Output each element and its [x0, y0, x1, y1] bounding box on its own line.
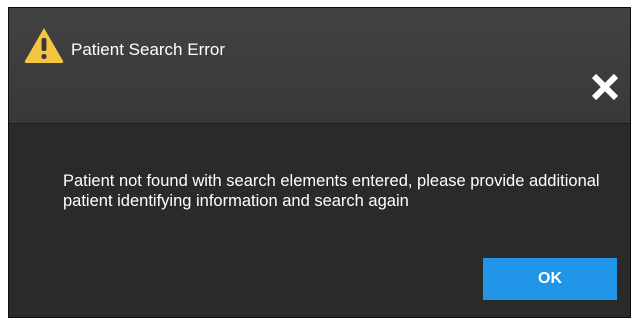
dialog-body: Patient not found with search elements e… [9, 124, 630, 317]
error-message: Patient not found with search elements e… [63, 172, 600, 210]
error-dialog: Patient Search Error Patient not found w… [8, 7, 631, 318]
dialog-titlebar: Patient Search Error [9, 8, 630, 124]
dialog-title: Patient Search Error [71, 40, 226, 59]
close-icon[interactable] [588, 70, 622, 104]
warning-triangle-icon [23, 26, 65, 64]
ok-button[interactable]: OK [483, 258, 617, 300]
